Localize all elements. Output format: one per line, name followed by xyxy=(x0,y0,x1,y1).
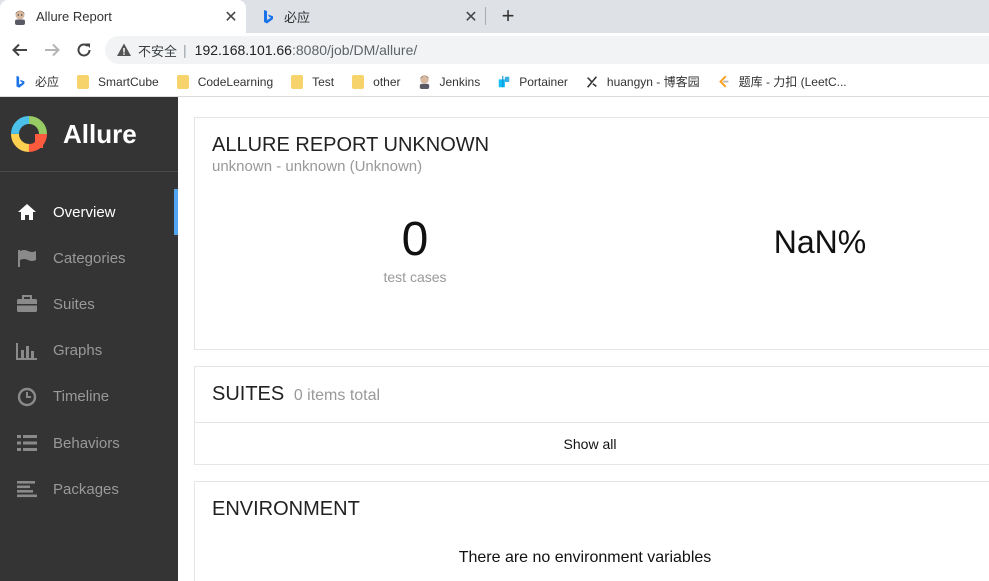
tab-allure-report[interactable]: Allure Report ✕ xyxy=(0,0,246,33)
bookmark-jenkins[interactable]: Jenkins xyxy=(417,74,481,90)
tab-bing[interactable]: 必应 ✕ xyxy=(248,0,486,33)
sidebar-item-timeline[interactable]: Timeline xyxy=(0,374,178,420)
suites-widget: SUITES 0 items total Show all xyxy=(194,366,989,465)
browser-tab-strip: Allure Report ✕ 必应 ✕ + xyxy=(0,0,989,33)
bookmark-label: Jenkins xyxy=(439,74,481,89)
folder-icon xyxy=(75,74,91,90)
allure-sidebar: Allure Overview Categories Suites Graphs… xyxy=(0,97,178,581)
summary-widget: ALLURE REPORT UNKNOWN unknown - unknown … xyxy=(194,117,989,350)
back-icon[interactable] xyxy=(8,38,32,62)
bookmark-label: 必应 xyxy=(35,75,60,89)
test-case-label: test cases xyxy=(383,269,447,285)
bookmark-folder-test[interactable]: Test xyxy=(289,74,334,90)
sidebar-item-label: Graphs xyxy=(53,342,103,360)
allure-logo-icon xyxy=(11,116,47,152)
new-tab-icon[interactable]: + xyxy=(496,4,520,28)
align-left-icon xyxy=(16,478,38,500)
bookmarks-bar: 必应 SmartCube CodeLearning Test other Jen… xyxy=(0,67,989,97)
sidebar-item-behaviors[interactable]: Behaviors xyxy=(0,420,178,466)
bookmark-label: Portainer xyxy=(519,74,568,89)
sidebar-menu: Overview Categories Suites Graphs Timeli… xyxy=(0,172,178,512)
environment-widget: ENVIRONMENT There are no environment var… xyxy=(194,481,989,581)
url-host: 192.168.101.66 xyxy=(194,42,292,58)
bookmark-folder-other[interactable]: other xyxy=(350,74,401,90)
warning-icon[interactable] xyxy=(116,42,132,58)
reload-icon[interactable] xyxy=(72,38,96,62)
brand-name: Allure xyxy=(63,118,137,149)
test-case-count: 0 xyxy=(401,213,429,266)
cnblogs-icon xyxy=(584,74,600,90)
sidebar-item-graphs[interactable]: Graphs xyxy=(0,328,178,374)
environment-title: ENVIRONMENT xyxy=(212,498,360,520)
security-label: 不安全 xyxy=(138,43,178,59)
bookmark-label: huangyn - 博客园 xyxy=(606,75,700,89)
bookmark-label: 题库 - 力扣 (LeetC... xyxy=(738,75,847,89)
sidebar-item-categories[interactable]: Categories xyxy=(0,235,178,281)
suites-count: 0 items total xyxy=(293,387,381,404)
sidebar-item-label: Timeline xyxy=(53,388,110,406)
overview-content: ALLURE REPORT UNKNOWN unknown - unknown … xyxy=(178,97,989,581)
home-icon xyxy=(16,201,38,223)
bookmark-label: Test xyxy=(312,74,335,89)
forward-icon[interactable] xyxy=(40,38,64,62)
sidebar-item-packages[interactable]: Packages xyxy=(0,466,178,512)
briefcase-icon xyxy=(16,293,38,315)
address-bar[interactable]: 不安全 | 192.168.101.66:8080/job/DM/allure/ xyxy=(105,36,989,64)
bookmark-label: other xyxy=(373,74,401,89)
jenkins-avatar-icon xyxy=(12,9,28,25)
close-icon[interactable]: ✕ xyxy=(222,8,240,26)
brand-header[interactable]: Allure xyxy=(0,97,178,172)
bookmark-folder-codelearning[interactable]: CodeLearning xyxy=(175,74,273,90)
bookmark-portainer[interactable]: Portainer xyxy=(496,74,568,90)
bookmark-folder-smartcube[interactable]: SmartCube xyxy=(75,74,159,90)
suites-title-text: SUITES xyxy=(212,383,285,405)
bookmark-leetcode[interactable]: 题库 - 力扣 (LeetC... xyxy=(716,73,847,90)
report-subtitle: unknown - unknown (Unknown) xyxy=(212,158,423,175)
address-divider: | xyxy=(183,42,187,58)
sidebar-item-label: Suites xyxy=(53,295,95,313)
suites-title: SUITES 0 items total xyxy=(212,383,380,406)
browser-toolbar: 不安全 | 192.168.101.66:8080/job/DM/allure/ xyxy=(0,33,989,67)
suites-footer: Show all xyxy=(195,422,989,465)
tab-divider xyxy=(485,7,486,25)
bookmark-label: CodeLearning xyxy=(197,74,274,89)
environment-empty-message: There are no environment variables xyxy=(458,549,712,566)
success-rate: NaN% xyxy=(773,224,867,260)
sidebar-item-label: Overview xyxy=(53,203,116,221)
bookmark-cnblogs[interactable]: huangyn - 博客园 xyxy=(584,73,700,90)
leetcode-icon xyxy=(716,74,732,90)
report-title: ALLURE REPORT UNKNOWN xyxy=(212,134,490,156)
jenkins-avatar-icon xyxy=(417,74,433,90)
bookmark-bing[interactable]: 必应 xyxy=(12,73,59,90)
flag-icon xyxy=(16,247,38,269)
bing-icon xyxy=(260,9,276,25)
url-path: :8080/job/DM/allure/ xyxy=(291,42,418,58)
tab-title: 必应 xyxy=(284,10,311,25)
show-all-link[interactable]: Show all xyxy=(564,436,617,452)
sidebar-item-overview[interactable]: Overview xyxy=(0,189,178,236)
sidebar-item-label: Behaviors xyxy=(53,434,120,452)
folder-icon xyxy=(289,74,305,90)
tab-title: Allure Report xyxy=(36,9,112,24)
list-icon xyxy=(16,432,38,454)
sidebar-item-label: Categories xyxy=(53,249,126,267)
folder-icon xyxy=(350,74,366,90)
sidebar-item-label: Packages xyxy=(53,480,119,498)
clock-icon xyxy=(16,386,38,408)
sidebar-item-suites[interactable]: Suites xyxy=(0,281,178,327)
folder-icon xyxy=(175,74,191,90)
portainer-icon xyxy=(496,74,512,90)
bar-chart-icon xyxy=(16,340,38,362)
bookmark-label: SmartCube xyxy=(98,74,159,89)
bing-icon xyxy=(12,74,28,90)
close-icon[interactable]: ✕ xyxy=(462,8,480,26)
